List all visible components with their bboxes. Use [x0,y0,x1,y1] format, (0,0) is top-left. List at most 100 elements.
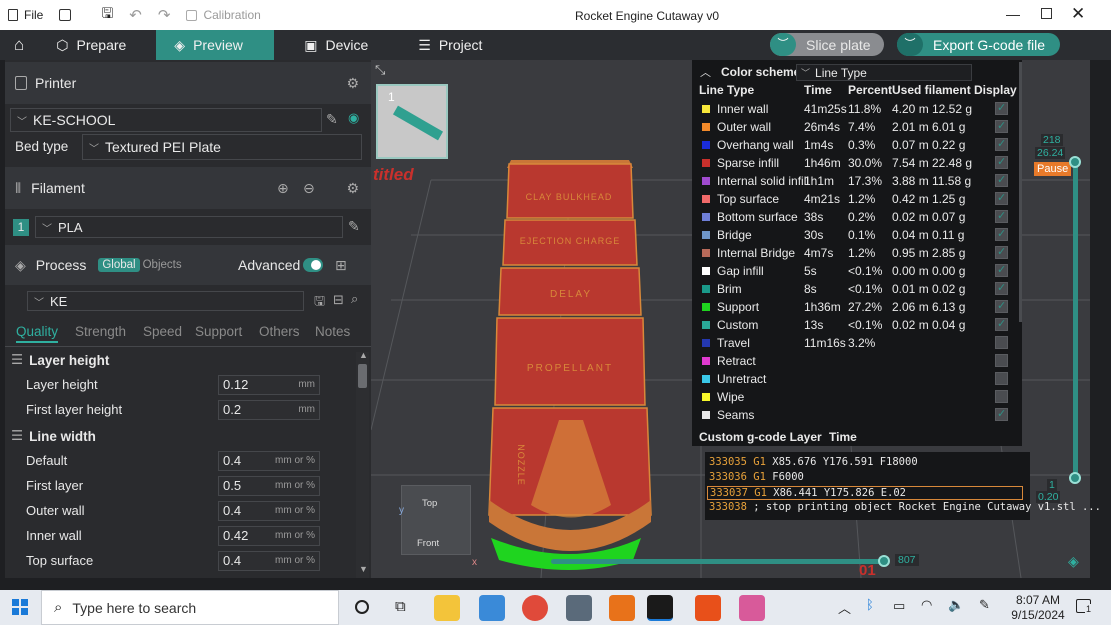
volume-icon[interactable]: 🔈 [948,597,964,613]
legend-row[interactable]: Inner wall 41m25s 11.8% 4.20 m 12.52 g [692,100,1022,118]
horizontal-move-slider[interactable] [551,555,890,567]
legend-display-checkbox[interactable] [995,227,1008,241]
view-cube[interactable]: Top Front [401,485,471,555]
legend-row[interactable]: Outer wall 26m4s 7.4% 2.01 m 6.01 g [692,118,1022,136]
tab-speed[interactable]: Speed [143,324,182,339]
vertical-slider-bottom-handle[interactable] [1069,472,1081,484]
process-profile-select[interactable]: ﹀ KE [27,291,304,311]
minimize-button[interactable]: — [1006,6,1020,22]
line-width-default-input[interactable]: 0.4 mm or % [218,450,320,471]
tab-project[interactable]: ☰ Project [404,30,500,60]
legend-row[interactable]: Unretract [692,370,1022,388]
printer-select[interactable]: ﹀ KE-SCHOOL [10,108,322,132]
fusion-icon[interactable] [609,595,635,621]
tab-others[interactable]: Others [259,324,300,339]
legend-display-checkbox[interactable] [995,263,1008,277]
filament-select[interactable]: ﹀ PLA [35,216,343,238]
file-explorer-icon[interactable] [434,595,460,621]
notification-button[interactable]: 1 [1076,599,1093,614]
save-button[interactable]: 🖫 [93,0,121,30]
wifi-icon[interactable]: ◉ [348,110,359,126]
objects-toggle[interactable]: Objects [143,259,182,271]
line-width-top-surface-input[interactable]: 0.4 mm or % [218,550,320,571]
advanced-switch[interactable] [303,258,323,272]
legend-row[interactable]: Custom 13s <0.1% 0.02 m 0.04 g [692,316,1022,334]
bluetooth-icon[interactable]: ᛒ [866,597,874,612]
slice-plate-button[interactable]: ︶ Slice plate [770,33,884,56]
tab-preview[interactable]: ◈ Preview [156,30,275,60]
clock-time[interactable]: 8:07 AM [1011,593,1065,607]
horizontal-slider-handle[interactable] [878,555,890,567]
tab-device[interactable]: ▣ Device [274,30,404,60]
global-toggle[interactable]: Global [98,258,140,272]
home-button[interactable]: ⌂ [0,30,38,60]
legend-display-checkbox[interactable] [995,281,1008,295]
store-icon[interactable] [479,595,505,621]
legend-row[interactable]: Brim 8s <0.1% 0.01 m 0.02 g [692,280,1022,298]
legend-row[interactable]: Internal Bridge 4m7s 1.2% 0.95 m 2.85 g [692,244,1022,262]
app-orange-icon[interactable] [695,595,721,621]
legend-row[interactable]: Sparse infill 1h46m 30.0% 7.54 m 22.48 g [692,154,1022,172]
legend-display-checkbox[interactable] [995,119,1008,133]
legend-display-checkbox[interactable] [995,317,1008,331]
legend-row[interactable]: Overhang wall 1m4s 0.3% 0.07 m 0.22 g [692,136,1022,154]
add-filament-icon[interactable]: ⊕ [277,180,289,197]
settings-scrollbar[interactable]: ▲ ▼ [356,350,369,578]
legend-display-checkbox[interactable] [995,245,1008,259]
close-button[interactable]: ✕ [1071,4,1085,24]
compare-icon[interactable]: ⊞ [335,257,347,274]
layer-height-input[interactable]: 0.12 mm [218,374,320,395]
bed-type-select[interactable]: ﹀ Textured PEI Plate [82,134,362,160]
scroll-thumb[interactable] [358,364,367,388]
legend-row[interactable]: Top surface 4m21s 1.2% 0.42 m 1.25 g [692,190,1022,208]
line-width-inner-wall-input[interactable]: 0.42 mm or % [218,525,320,546]
legend-display-checkbox[interactable] [995,372,1008,385]
legend-row[interactable]: Wipe [692,388,1022,406]
taskbar-search[interactable]: ⌕ Type here to search [41,590,339,625]
clock-date[interactable]: 9/15/2024 [1007,608,1069,622]
redo-button[interactable]: ↷ [150,0,179,30]
undo-button[interactable]: ↶ [121,0,150,30]
tab-notes[interactable]: Notes [315,324,350,339]
legend-display-checkbox[interactable] [995,101,1008,115]
legend-display-checkbox[interactable] [995,137,1008,151]
legend-scrollbar[interactable] [1019,62,1022,322]
legend-display-checkbox[interactable] [995,390,1008,403]
legend-row[interactable]: Bottom surface 38s 0.2% 0.02 m 0.07 g [692,208,1022,226]
save-profile-icon[interactable]: 🖫 [314,292,325,314]
legend-display-checkbox[interactable] [995,407,1008,421]
legend-display-checkbox[interactable] [995,155,1008,169]
cortana-icon[interactable] [355,600,369,614]
wifi-icon[interactable]: ◠ [921,597,932,613]
legend-row[interactable]: Gap infill 5s <0.1% 0.00 m 0.00 g [692,262,1022,280]
maximize-button[interactable] [1041,8,1052,19]
delete-profile-icon[interactable]: ⊟ [333,292,344,308]
search-icon[interactable]: ⌕ [351,291,358,307]
line-width-outer-wall-input[interactable]: 0.4 mm or % [218,500,320,521]
tab-quality[interactable]: Quality [16,324,59,343]
export-gcode-button[interactable]: ︶ Export G-code file [897,33,1060,56]
legend-display-checkbox[interactable] [995,299,1008,313]
layers-toggle-icon[interactable]: ◈ [1068,553,1079,570]
battery-icon[interactable]: ▭ [893,598,905,614]
pen-icon[interactable]: ✎ [979,597,990,613]
tab-strength[interactable]: Strength [75,324,126,339]
color-scheme-select[interactable]: ﹀ Line Type [796,64,972,81]
task-view-icon[interactable]: ⧉ [395,598,406,615]
legend-row[interactable]: Bridge 30s 0.1% 0.04 m 0.11 g [692,226,1022,244]
legend-row[interactable]: Internal solid infill 1h1m 17.3% 3.88 m 11.5… [692,172,1022,190]
legend-display-checkbox[interactable] [995,191,1008,205]
legend-display-checkbox[interactable] [995,354,1008,367]
legend-display-checkbox[interactable] [995,209,1008,223]
collapse-panel-icon[interactable]: ⤡ [375,62,385,78]
start-button[interactable] [12,599,28,615]
tab-prepare[interactable]: ⬡ Prepare [38,30,156,60]
calculator-icon[interactable] [566,595,592,621]
filament-settings-icon[interactable]: ⚙ [346,180,359,197]
vertical-layer-slider[interactable] [1069,156,1081,484]
vertical-slider-top-handle[interactable] [1069,156,1081,168]
legend-display-checkbox[interactable] [995,336,1008,349]
edit-printer-icon[interactable]: ✎ [326,111,338,128]
chrome-icon[interactable] [522,595,548,621]
tab-support[interactable]: Support [195,324,242,339]
